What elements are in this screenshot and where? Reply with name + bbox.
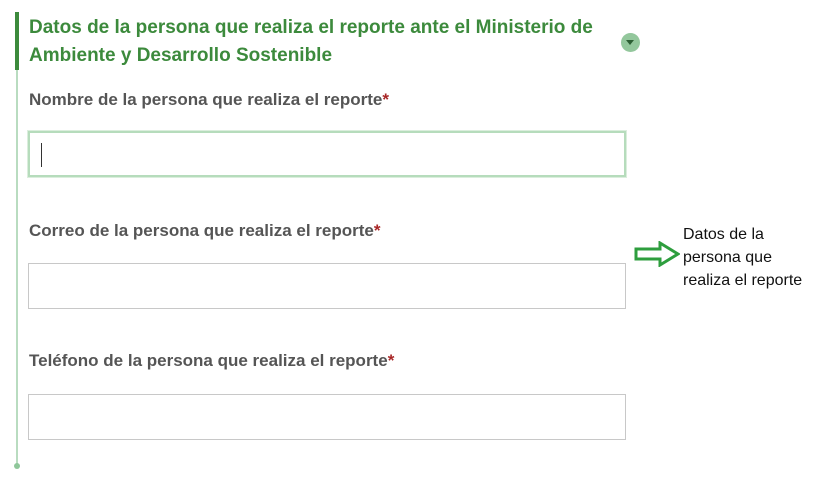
section-title: Datos de la persona que realiza el repor… (29, 17, 593, 66)
phone-input[interactable] (28, 394, 626, 440)
annotation-line: persona que (683, 249, 772, 266)
required-mark: * (382, 90, 389, 109)
name-field-label: Nombre de la persona que realiza el repo… (29, 90, 389, 110)
phone-field-label: Teléfono de la persona que realiza el re… (29, 351, 394, 371)
email-input[interactable] (28, 263, 626, 309)
email-field-label: Correo de la persona que realiza el repo… (29, 221, 380, 241)
group-accent-bar (15, 12, 19, 70)
name-input[interactable] (28, 131, 626, 177)
group-line-end-dot (14, 463, 20, 469)
phone-label-text: Teléfono de la persona que realiza el re… (29, 351, 388, 370)
email-label-text: Correo de la persona que realiza el repo… (29, 221, 374, 240)
group-line (16, 68, 18, 465)
annotation-line: Datos de la (683, 226, 764, 243)
annotation-text: Datos de la persona que realiza el repor… (683, 223, 823, 292)
annotation-line: realiza el reporte (683, 272, 803, 289)
text-caret (41, 143, 42, 167)
required-mark: * (387, 351, 395, 370)
required-mark: * (373, 221, 381, 240)
collapse-button[interactable] (621, 33, 640, 52)
chevron-down-icon (626, 40, 634, 45)
right-arrow-icon (634, 241, 680, 267)
name-label-text: Nombre de la persona que realiza el repo… (29, 90, 383, 109)
